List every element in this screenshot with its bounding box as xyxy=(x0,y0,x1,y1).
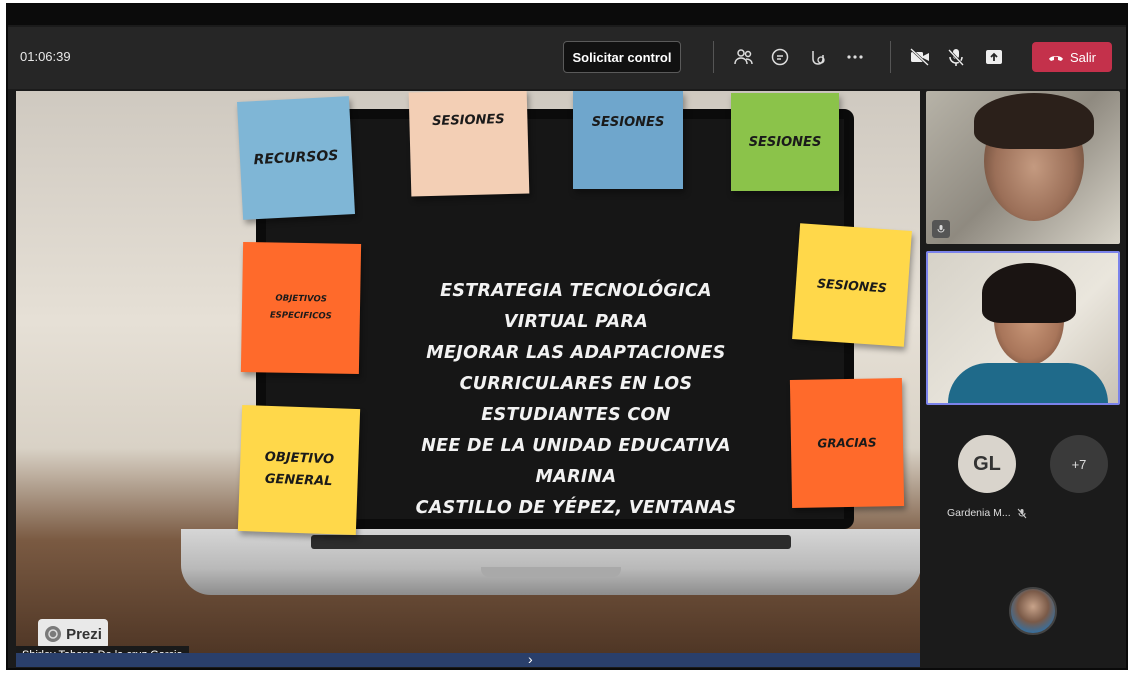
note-label: OBJETIVOS xyxy=(275,293,327,305)
keyboard xyxy=(311,535,791,549)
sticky-note-sesiones[interactable]: SESIONES xyxy=(792,223,912,347)
note-label: SESIONES xyxy=(431,112,505,129)
title-bar xyxy=(8,5,1126,25)
slide-title-line: CURRICULARES EN LOS ESTUDIANTES CON xyxy=(459,374,693,425)
slide-title-line: ESTRATEGIA TECNOLÓGICA VIRTUAL PARA xyxy=(440,281,712,332)
mic-off-icon[interactable] xyxy=(942,43,970,71)
camera-off-icon[interactable] xyxy=(906,43,934,71)
presentation-nav-bar: › xyxy=(16,651,920,667)
shared-screen: ESTRATEGIA TECNOLÓGICA VIRTUAL PARA MEJO… xyxy=(16,91,920,667)
reactions-icon[interactable] xyxy=(803,43,831,71)
mic-off-icon xyxy=(1017,508,1026,518)
leave-button[interactable]: Salir xyxy=(1032,42,1112,72)
more-participants-button[interactable]: +7 xyxy=(1050,435,1108,493)
meeting-toolbar: 01:06:39 Solicitar control Salir xyxy=(8,27,1126,89)
sticky-note-sesiones[interactable]: SESIONES xyxy=(731,93,839,191)
participant-video-speaking[interactable] xyxy=(926,251,1120,405)
participants-panel: GL +7 Gardenia M... xyxy=(924,91,1124,667)
participant-video[interactable] xyxy=(926,91,1120,244)
note-label: GRACIAS xyxy=(817,435,877,451)
more-icon[interactable] xyxy=(841,43,869,71)
participant-avatar[interactable]: GL xyxy=(958,435,1016,493)
sticky-note-sesiones[interactable]: SESIONES xyxy=(573,91,683,189)
people-icon[interactable] xyxy=(730,43,758,71)
participant-name-label: Gardenia M... xyxy=(947,507,1011,519)
meeting-timer: 01:06:39 xyxy=(20,49,71,64)
note-label: SESIONES xyxy=(816,275,888,295)
chat-icon[interactable] xyxy=(766,43,794,71)
note-label: ESPECIFICOS xyxy=(269,310,332,322)
sticky-note-sesiones[interactable]: SESIONES xyxy=(408,91,530,197)
sticky-note-objetivo-general[interactable]: OBJETIVO GENERAL xyxy=(237,404,361,536)
laptop-base xyxy=(181,529,920,595)
prezi-icon xyxy=(45,626,62,642)
note-label: GENERAL xyxy=(264,471,333,490)
mic-icon xyxy=(932,220,950,238)
share-icon[interactable] xyxy=(980,43,1008,71)
slide-title-line: MEJORAR LAS ADAPTACIONES xyxy=(426,343,726,363)
note-label: RECURSOS xyxy=(253,147,339,169)
sticky-note-objetivos-especificos[interactable]: OBJETIVOS ESPECIFICOS xyxy=(240,241,362,375)
sticky-note-gracias[interactable]: GRACIAS xyxy=(789,378,905,508)
hangup-icon xyxy=(1048,56,1063,61)
note-label: OBJETIVO xyxy=(264,449,335,468)
next-arrow-icon[interactable]: › xyxy=(528,651,533,667)
note-label: SESIONES xyxy=(748,134,822,150)
teams-meeting-window: 01:06:39 Solicitar control Salir ESTRATE… xyxy=(6,3,1128,670)
request-control-button[interactable]: Solicitar control xyxy=(563,41,681,73)
note-label: SESIONES xyxy=(591,115,665,130)
participant-name: Gardenia M... xyxy=(947,507,1027,519)
participant-hair xyxy=(982,263,1076,323)
leave-label: Salir xyxy=(1069,49,1096,65)
slide-title-line: CASTILLO DE YÉPEZ, VENTANAS xyxy=(415,498,737,518)
participant-hair xyxy=(974,93,1094,149)
toolbar-divider xyxy=(890,41,891,73)
prezi-logo: Prezi xyxy=(38,619,108,649)
slide-title-line: NEE DE LA UNIDAD EDUCATIVA MARINA xyxy=(421,436,731,487)
self-video-avatar[interactable] xyxy=(1009,587,1057,635)
slide-title: ESTRATEGIA TECNOLÓGICA VIRTUAL PARA MEJO… xyxy=(401,276,751,524)
participant-shirt xyxy=(948,363,1108,403)
prezi-label: Prezi xyxy=(66,625,102,643)
laptop-notch xyxy=(481,567,621,577)
sticky-note-recursos[interactable]: RECURSOS xyxy=(236,96,356,220)
toolbar-divider xyxy=(713,41,714,73)
